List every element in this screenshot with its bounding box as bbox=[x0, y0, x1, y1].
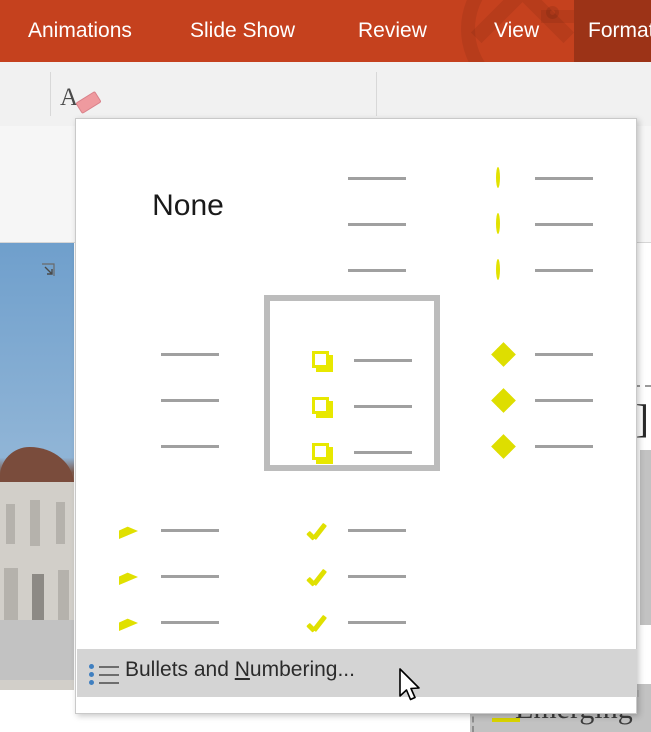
bullet-preview-line bbox=[161, 399, 219, 402]
photo-window bbox=[6, 504, 15, 544]
tab-view[interactable]: View bbox=[480, 0, 553, 62]
hollow-square-bullet-icon bbox=[312, 443, 333, 464]
filled-square-bullet-icon bbox=[121, 391, 139, 409]
bullet-style-gallery: None bbox=[76, 119, 636, 647]
bullet-style-preview bbox=[451, 471, 627, 647]
bullet-preview-line bbox=[161, 445, 219, 448]
bullet-style-preview bbox=[264, 471, 440, 647]
background-yellow-marker bbox=[492, 718, 520, 722]
bullet-preview-line bbox=[535, 269, 593, 272]
star-bullet-icon bbox=[491, 434, 516, 459]
checkmark-bullet-icon bbox=[306, 567, 328, 587]
bullet-preview-line bbox=[535, 399, 593, 402]
bullet-style-none[interactable]: None bbox=[77, 119, 253, 295]
filled-round-bullet-icon bbox=[308, 169, 326, 187]
bullet-style-preview bbox=[451, 295, 627, 471]
bullet-style-preview bbox=[77, 471, 253, 647]
filled-round-bullet-icon bbox=[308, 261, 326, 279]
hollow-round-bullet-icon bbox=[495, 259, 513, 280]
bullet-style-empty[interactable] bbox=[451, 471, 627, 647]
background-shape-left bbox=[0, 620, 74, 680]
star-bullet-icon bbox=[491, 388, 516, 413]
bullet-preview-line bbox=[354, 359, 412, 362]
star-bullet-icon bbox=[491, 342, 516, 367]
bullet-style-preview bbox=[451, 119, 627, 295]
mouse-pointer bbox=[398, 668, 424, 706]
bullet-style-checkmark[interactable] bbox=[264, 471, 440, 647]
arrow-bullet-icon bbox=[118, 521, 139, 539]
bullets-gallery-dropdown[interactable]: None Bullets and Numbering... bbox=[75, 118, 637, 714]
bullet-preview-line bbox=[348, 177, 406, 180]
background-shape-left-lower bbox=[0, 690, 74, 732]
bullet-preview-line bbox=[348, 223, 406, 226]
bullets-and-numbering-label: Bullets and Numbering... bbox=[125, 658, 355, 682]
photo-window bbox=[30, 500, 40, 546]
bullet-preview-line bbox=[161, 529, 219, 532]
bullet-preview-line bbox=[354, 451, 412, 454]
arrow-bullet-icon bbox=[118, 567, 139, 585]
bullet-preview-line bbox=[161, 575, 219, 578]
checkmark-bullet-icon bbox=[306, 521, 328, 541]
bullet-style-arrow[interactable] bbox=[77, 471, 253, 647]
background-panel bbox=[640, 450, 651, 625]
bullet-style-filled-square[interactable] bbox=[77, 295, 253, 471]
bullet-style-hollow-round[interactable] bbox=[451, 119, 627, 295]
dialog-launcher-icon[interactable] bbox=[40, 262, 56, 278]
bullet-style-none-label: None bbox=[152, 189, 224, 222]
hollow-square-bullet-icon bbox=[312, 397, 333, 418]
clear-formatting-icon[interactable]: A bbox=[60, 82, 102, 116]
tab-animations[interactable]: Animations bbox=[14, 0, 146, 62]
hollow-square-bullet-icon bbox=[312, 351, 333, 372]
bullets-and-numbering-menu-item[interactable]: Bullets and Numbering... bbox=[77, 649, 637, 697]
photo-window bbox=[56, 502, 65, 544]
bullet-preview-line bbox=[354, 405, 412, 408]
bullet-style-preview bbox=[270, 301, 434, 465]
bullet-preview-line bbox=[348, 575, 406, 578]
filled-square-bullet-icon bbox=[121, 437, 139, 455]
tab-slide-show[interactable]: Slide Show bbox=[176, 0, 309, 62]
bullet-preview-line bbox=[535, 223, 593, 226]
bullet-style-filled-round[interactable] bbox=[264, 119, 440, 295]
filled-square-bullet-icon bbox=[121, 345, 139, 363]
hollow-round-bullet-icon bbox=[495, 213, 513, 234]
tab-format[interactable]: Format bbox=[574, 0, 651, 62]
arrow-bullet-icon bbox=[118, 613, 139, 631]
tab-review[interactable]: Review bbox=[344, 0, 441, 62]
bullet-preview-line bbox=[161, 621, 219, 624]
bullet-preview-line bbox=[348, 529, 406, 532]
bullet-preview-line bbox=[348, 269, 406, 272]
bullets-list-icon bbox=[89, 663, 121, 685]
bullet-style-preview bbox=[77, 295, 253, 471]
bullet-preview-line bbox=[348, 621, 406, 624]
bullet-preview-line bbox=[535, 177, 593, 180]
menu-label-accel: N bbox=[234, 658, 250, 681]
ribbon-tab-bar: Animations Slide Show Review View Format bbox=[0, 0, 651, 62]
bullet-style-preview bbox=[264, 119, 440, 295]
bullet-style-hollow-square[interactable] bbox=[264, 295, 440, 471]
bullet-preview-line bbox=[535, 353, 593, 356]
menu-label-after: umbering... bbox=[249, 658, 355, 681]
hollow-round-bullet-icon bbox=[495, 167, 513, 188]
filled-round-bullet-icon bbox=[308, 215, 326, 233]
bullet-style-preview: None bbox=[77, 119, 253, 295]
checkmark-bullet-icon bbox=[306, 613, 328, 633]
menu-label-before: Bullets and bbox=[125, 658, 235, 681]
bullet-preview-line bbox=[535, 445, 593, 448]
bullet-style-star[interactable] bbox=[451, 295, 627, 471]
bullet-preview-line bbox=[161, 353, 219, 356]
